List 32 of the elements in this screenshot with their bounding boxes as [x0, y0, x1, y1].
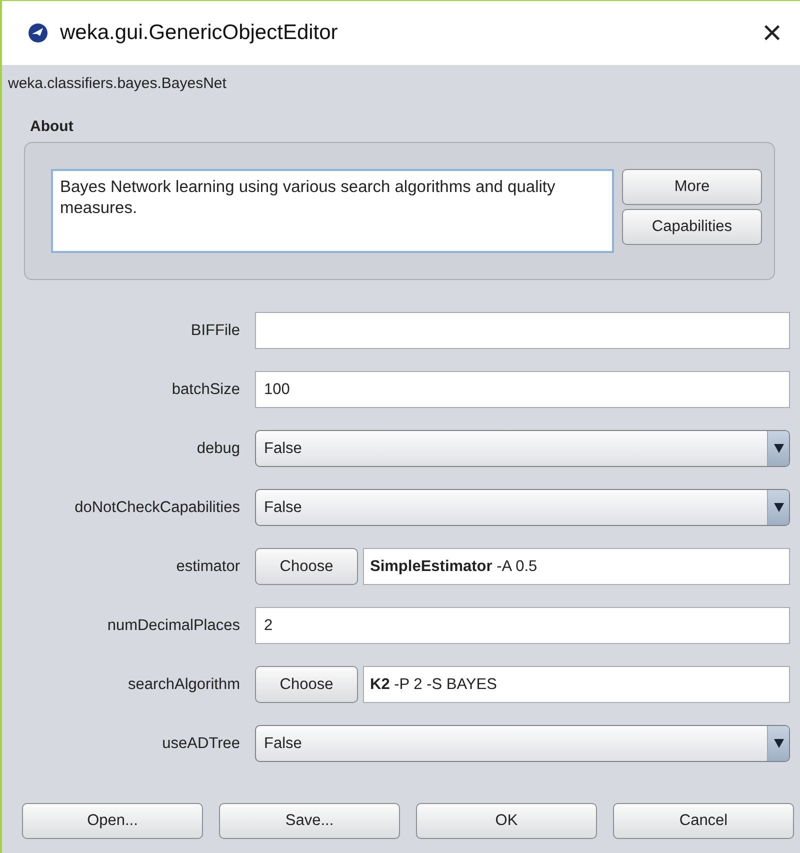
- property-label: numDecimalPlaces: [106, 616, 240, 636]
- dialog-button[interactable]: Cancel: [613, 803, 794, 839]
- property-label: estimator: [175, 556, 240, 577]
- about-text-area: Bayes Network learning using various search algorithms and quality measures.: [51, 169, 614, 253]
- dropdown-arrow-icon: [774, 503, 784, 512]
- choose-button[interactable]: Choose: [255, 666, 358, 703]
- property-label: BIFFile: [190, 320, 240, 341]
- dropdown-arrow-icon: [774, 739, 784, 748]
- about-button[interactable]: Capabilities: [622, 209, 762, 245]
- text-field[interactable]: 100: [255, 371, 790, 408]
- dropdown-arrow-icon: [774, 444, 784, 453]
- choose-button[interactable]: Choose: [255, 548, 358, 585]
- property-label: doNotCheckCapabilities: [74, 498, 240, 518]
- dialog-button[interactable]: OK: [416, 803, 597, 839]
- text-field[interactable]: [255, 312, 790, 349]
- dialog-button[interactable]: Open...: [22, 803, 203, 839]
- text-field[interactable]: 2: [255, 607, 790, 644]
- object-value-field[interactable]: SimpleEstimator -A 0.5: [363, 548, 790, 585]
- property-label: searchAlgorithm: [127, 674, 240, 695]
- dropdown[interactable]: False: [255, 430, 790, 467]
- about-heading: About: [30, 116, 74, 136]
- dialog-button[interactable]: Save...: [219, 803, 400, 839]
- dropdown[interactable]: False: [255, 489, 790, 526]
- dropdown[interactable]: False: [255, 725, 790, 762]
- window-title: weka.gui.GenericObjectEditor: [60, 20, 338, 46]
- object-value-field[interactable]: K2 -P 2 -S BAYES: [363, 666, 790, 703]
- close-button[interactable]: ×: [758, 16, 786, 50]
- property-label: batchSize: [170, 380, 240, 400]
- property-label: debug: [196, 438, 240, 459]
- property-label: useADTree: [161, 734, 240, 754]
- class-name-label: weka.classifiers.bayes.BayesNet: [7, 74, 228, 94]
- about-button[interactable]: More: [622, 169, 762, 205]
